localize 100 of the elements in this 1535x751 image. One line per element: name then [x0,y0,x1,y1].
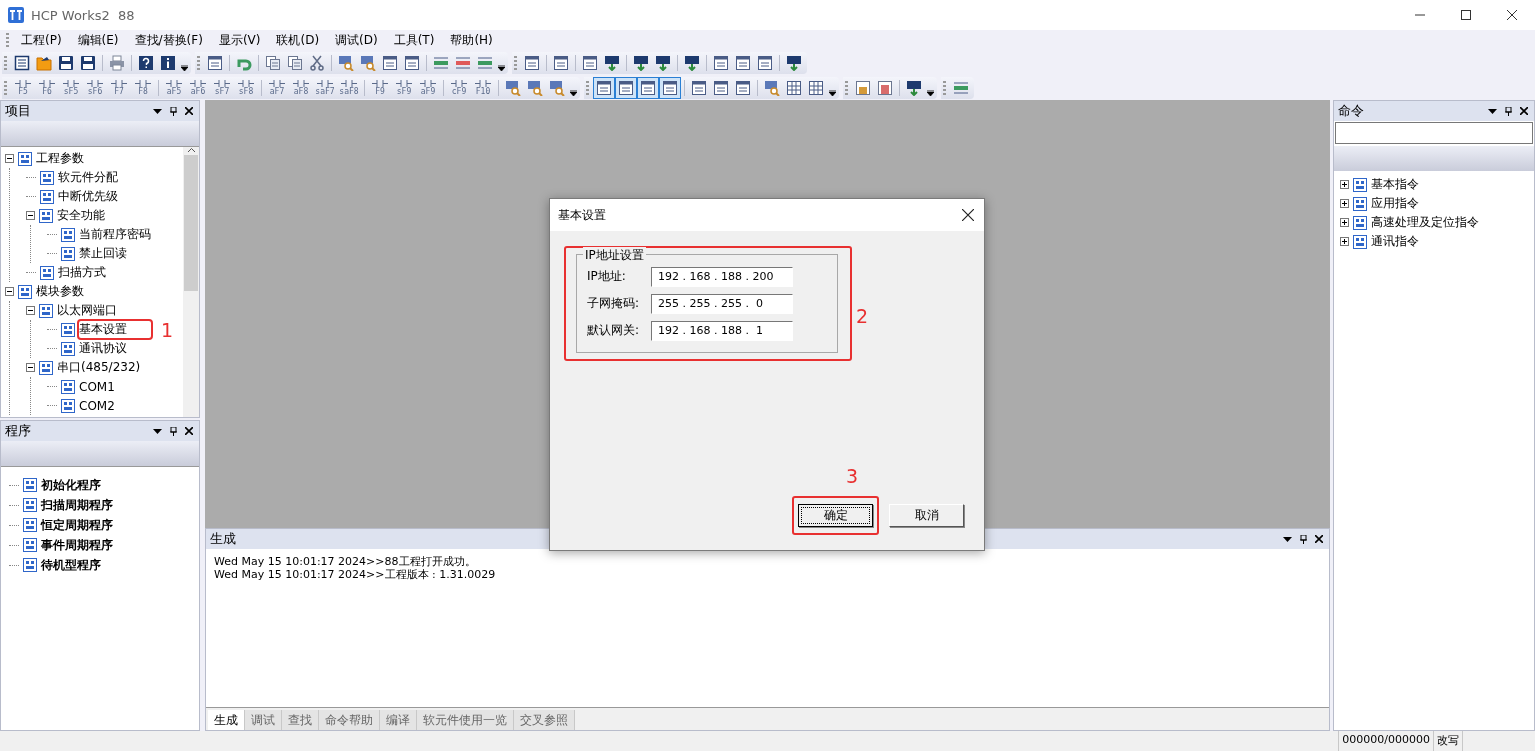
tree-item[interactable]: 通讯协议 [79,340,127,357]
overflow-icon[interactable] [497,64,505,71]
menu-item[interactable]: 帮助(H) [442,31,501,49]
tree-item[interactable]: 扫描方式 [58,264,106,281]
tree-item[interactable]: 中断优先级 [58,188,118,205]
tree-item[interactable]: 基本指令 [1371,176,1419,193]
tree-item[interactable]: COM1 [79,379,115,394]
collapse-icon[interactable] [26,306,35,315]
close-icon[interactable] [185,107,193,115]
output-tab[interactable]: 命令帮助 [319,710,380,730]
expand-icon[interactable] [1340,199,1349,208]
key-button[interactable]: sF8 [234,76,258,99]
output-tab[interactable]: 交叉参照 [514,710,575,730]
tree-item[interactable]: 模块参数 [36,283,84,300]
scroll-up-icon[interactable] [186,147,196,153]
tree-item[interactable]: 应用指令 [1371,195,1419,212]
collapse-icon[interactable] [26,211,35,220]
toolbar-button[interactable] [637,76,659,99]
key-button[interactable]: sF5 [59,76,83,99]
tree-item[interactable]: 串口(485/232) [57,359,141,376]
key-button[interactable]: F10 [471,76,495,99]
key-button[interactable]: F5 [11,76,35,99]
pin-icon[interactable] [1505,106,1512,116]
output-tab[interactable]: 调试 [245,710,282,730]
copy-icon [287,54,303,71]
close-icon[interactable] [1315,535,1323,543]
key-button[interactable]: aF8 [289,76,313,99]
output-tab[interactable]: 编译 [380,710,417,730]
output-tab[interactable]: 查找 [282,710,319,730]
menu-item[interactable]: 联机(D) [268,31,328,49]
overflow-icon[interactable] [569,89,577,96]
key-button[interactable]: F6 [35,76,59,99]
tree-item[interactable]: 通讯指令 [1371,233,1419,250]
toolbar-button[interactable] [659,76,681,99]
tree-item[interactable]: 软元件分配 [58,169,118,186]
key-button[interactable]: aF9 [416,76,440,99]
scrollbar[interactable] [183,147,199,417]
collapse-icon[interactable] [5,287,14,296]
close-icon[interactable] [185,427,193,435]
key-button[interactable]: F7 [107,76,131,99]
output-tab[interactable]: 生成 [208,710,245,730]
program-item[interactable]: 扫描周期程序 [41,496,113,514]
dialog-button[interactable]: 取消 [889,504,964,527]
program-item[interactable]: 恒定周期程序 [41,516,113,534]
key-button[interactable]: sF9 [392,76,416,99]
ip-address-field[interactable]: 255 . 255 . 255 . 0 [651,293,793,314]
toolbar-button[interactable] [593,76,615,99]
tree-item[interactable]: 安全功能 [57,207,105,224]
key-button[interactable]: aF7 [265,76,289,99]
plc-icon [906,79,922,96]
key-button[interactable]: aF6 [186,76,210,99]
tree-item[interactable]: 基本设置 [79,321,151,338]
tree-node-icon [1352,176,1368,193]
menu-item[interactable]: 工具(T) [385,31,443,49]
program-item[interactable]: 事件周期程序 [41,536,113,554]
key-button[interactable]: cF9 [447,76,471,99]
menu-item[interactable]: 工程(P) [13,31,70,49]
overflow-icon[interactable] [828,89,836,96]
program-item[interactable]: 初始化程序 [41,476,101,494]
tree-item[interactable]: 禁止回读 [79,245,127,262]
dropdown-icon[interactable] [1283,536,1292,542]
overflow-icon[interactable] [180,64,188,71]
tree-item[interactable]: COM2 [79,398,115,413]
dropdown-icon[interactable] [153,428,162,434]
menu-item[interactable]: 调试(D) [327,31,386,49]
close-icon[interactable] [962,209,974,221]
key-button[interactable]: saF8 [337,76,361,99]
menu-item[interactable]: 查找/替换(F) [126,31,211,49]
key-button[interactable]: aF5 [162,76,186,99]
ip-address-field[interactable]: 192 . 168 . 188 . 200 [651,266,793,287]
dropdown-icon[interactable] [153,108,162,114]
close-icon[interactable] [1520,107,1528,115]
toolbar-button[interactable] [615,76,637,99]
folder-icon [36,54,52,71]
menu-item[interactable]: 编辑(E) [69,31,127,49]
key-button[interactable]: sF7 [210,76,234,99]
key-button[interactable]: sF6 [83,76,107,99]
tree-item[interactable]: 工程参数 [36,150,84,167]
pin-icon[interactable] [1300,534,1307,544]
key-button[interactable]: F8 [131,76,155,99]
expand-icon[interactable] [1340,237,1349,246]
menu-item[interactable]: 显示(V) [210,31,269,49]
program-item[interactable]: 待机型程序 [41,556,101,574]
pin-icon[interactable] [170,426,177,436]
collapse-icon[interactable] [5,154,14,163]
tree-item[interactable]: 以太网端口 [57,302,117,319]
key-button[interactable]: saF7 [313,76,337,99]
collapse-icon[interactable] [26,363,35,372]
pin-icon[interactable] [170,106,177,116]
expand-icon[interactable] [1340,218,1349,227]
key-button[interactable]: F9 [368,76,392,99]
dialog-button[interactable]: 确定 [798,504,873,527]
dropdown-icon[interactable] [1488,108,1497,114]
tree-item[interactable]: 当前程序密码 [79,226,151,243]
output-tab[interactable]: 软元件使用一览 [417,710,514,730]
expand-icon[interactable] [1340,180,1349,189]
panel-title: 程序 [5,422,31,440]
overflow-icon[interactable] [926,89,934,96]
ip-address-field[interactable]: 192 . 168 . 188 . 1 [651,320,793,341]
tree-item[interactable]: 高速处理及定位指令 [1371,214,1479,231]
